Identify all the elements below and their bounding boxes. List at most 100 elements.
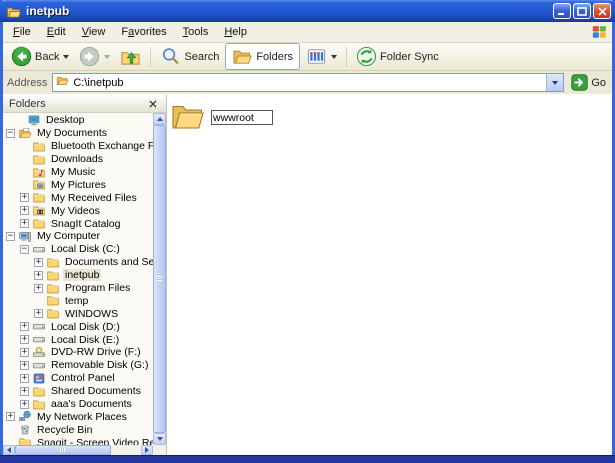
expand-plus-icon[interactable]: + xyxy=(34,309,43,318)
folder-icon xyxy=(18,436,32,445)
tree-item-aaa-s-documents[interactable]: + aaa's Documents xyxy=(3,398,153,411)
maximize-button[interactable] xyxy=(573,3,591,19)
collapse-minus-icon[interactable]: − xyxy=(20,245,29,254)
my-videos-icon xyxy=(32,204,46,217)
collapse-minus-icon[interactable]: − xyxy=(6,129,15,138)
tree-item-inetpub[interactable]: + inetpub xyxy=(3,269,153,282)
folder-icon xyxy=(55,74,70,92)
folder-icon xyxy=(46,294,60,307)
scrollbar-thumb[interactable] xyxy=(153,125,166,433)
close-icon xyxy=(149,100,157,108)
expand-plus-icon[interactable]: + xyxy=(20,322,29,331)
tree-item-my-documents[interactable]: − My Documents xyxy=(3,127,153,140)
folder-icon xyxy=(6,4,22,18)
collapse-minus-icon[interactable]: − xyxy=(6,232,15,241)
tree-item-snagit-catalog[interactable]: + SnagIt Catalog xyxy=(3,217,153,230)
tree-item-dvd-rw-drive-f[interactable]: + DVD-RW Drive (F:) xyxy=(3,346,153,359)
tree-item-local-disk-c[interactable]: − Local Disk (C:) xyxy=(3,243,153,256)
expand-plus-icon[interactable]: + xyxy=(20,335,29,344)
address-value[interactable]: C:\inetpub xyxy=(73,77,546,89)
up-button[interactable] xyxy=(116,44,145,69)
tree-item-removable-disk-g[interactable]: + Removable Disk (G:) xyxy=(3,359,153,372)
tree-item-program-files[interactable]: + Program Files xyxy=(3,282,153,295)
expand-plus-icon[interactable]: + xyxy=(34,271,43,280)
expand-plus-icon[interactable]: + xyxy=(20,348,29,357)
expand-plus-icon[interactable]: + xyxy=(20,400,29,409)
tree-item-control-panel[interactable]: + Control Panel xyxy=(3,372,153,385)
tree-item-local-disk-e[interactable]: + Local Disk (E:) xyxy=(3,333,153,346)
toolbar-separator xyxy=(346,47,347,67)
tree-item-my-received-files[interactable]: + My Received Files xyxy=(3,191,153,204)
tree-item-label: DVD-RW Drive (F:) xyxy=(49,346,143,358)
wwwroot-folder-item[interactable] xyxy=(171,102,273,130)
tree-item-snagit-screen-video-recorder[interactable]: Snagit - Screen Video Recorder xyxy=(3,436,153,445)
tree-item-recycle-bin[interactable]: Recycle Bin xyxy=(3,423,153,436)
views-button[interactable] xyxy=(302,44,341,69)
horizontal-scrollbar[interactable] xyxy=(3,445,166,455)
expand-plus-icon[interactable]: + xyxy=(20,193,29,202)
scrollbar-thumb[interactable] xyxy=(15,445,111,455)
minimize-icon xyxy=(557,7,567,16)
go-button[interactable]: Go xyxy=(569,74,608,91)
scroll-up-button[interactable] xyxy=(153,113,166,125)
menu-favorites[interactable]: Favorites xyxy=(113,24,174,40)
search-button[interactable]: Search xyxy=(156,44,223,69)
tree-item-label: Bluetooth Exchange Folder xyxy=(49,140,153,152)
scroll-left-button[interactable] xyxy=(3,445,15,455)
tree-item-bluetooth-exchange-folder[interactable]: Bluetooth Exchange Folder xyxy=(3,140,153,153)
address-dropdown-button[interactable] xyxy=(546,74,563,91)
expand-plus-icon[interactable]: + xyxy=(20,206,29,215)
tree-item-desktop[interactable]: Desktop xyxy=(3,114,153,127)
folder-icon xyxy=(32,398,46,411)
views-dropdown-caret[interactable] xyxy=(331,55,337,59)
tree-item-label: My Received Files xyxy=(49,192,139,204)
tree-item-downloads[interactable]: Downloads xyxy=(3,153,153,166)
menu-view[interactable]: View xyxy=(74,24,114,40)
tree-item-windows[interactable]: + WINDOWS xyxy=(3,307,153,320)
vertical-scrollbar[interactable] xyxy=(153,113,166,445)
close-panel-button[interactable] xyxy=(146,97,160,110)
my-documents-icon xyxy=(18,127,32,140)
forward-dropdown-caret[interactable] xyxy=(104,55,110,59)
folders-label: Folders xyxy=(256,51,293,63)
drive-icon xyxy=(32,320,46,333)
close-button[interactable] xyxy=(593,3,611,19)
triangle-left-icon xyxy=(7,447,11,453)
expand-plus-icon[interactable]: + xyxy=(20,361,29,370)
folder-rename-input[interactable] xyxy=(211,110,273,125)
tree-item-shared-documents[interactable]: + Shared Documents xyxy=(3,385,153,398)
forward-button[interactable] xyxy=(75,44,114,69)
tree-item-my-computer[interactable]: − My Computer xyxy=(3,230,153,243)
expand-plus-icon[interactable]: + xyxy=(20,374,29,383)
folder-sync-button[interactable]: Folder Sync xyxy=(352,44,443,69)
address-combobox[interactable]: C:\inetpub xyxy=(52,73,564,92)
expand-plus-icon[interactable]: + xyxy=(34,284,43,293)
tree-item-temp[interactable]: temp xyxy=(3,294,153,307)
folder-icon xyxy=(46,269,60,282)
cd-drive-icon xyxy=(32,346,46,359)
scrollbar-track[interactable] xyxy=(15,445,141,455)
tree-item-my-videos[interactable]: + My Videos xyxy=(3,204,153,217)
expand-plus-icon[interactable]: + xyxy=(20,219,29,228)
scroll-down-button[interactable] xyxy=(153,433,166,445)
expand-plus-icon[interactable]: + xyxy=(20,387,29,396)
tree-item-my-pictures[interactable]: My Pictures xyxy=(3,178,153,191)
drive-icon xyxy=(32,243,46,256)
menu-file[interactable]: File xyxy=(5,24,39,40)
menu-tools[interactable]: Tools xyxy=(175,24,217,40)
back-dropdown-caret[interactable] xyxy=(63,55,69,59)
folders-panel-title: Folders xyxy=(9,98,146,110)
expand-plus-icon[interactable]: + xyxy=(34,258,43,267)
back-button[interactable]: Back xyxy=(7,44,73,69)
tree-item-my-network-places[interactable]: + My Network Places xyxy=(3,410,153,423)
tree-item-label: Removable Disk (G:) xyxy=(49,359,150,371)
tree-item-my-music[interactable]: My Music xyxy=(3,166,153,179)
folders-button[interactable]: Folders xyxy=(225,43,300,70)
menu-edit[interactable]: Edit xyxy=(39,24,74,40)
tree-item-documents-and-settings[interactable]: + Documents and Settings xyxy=(3,256,153,269)
minimize-button[interactable] xyxy=(553,3,571,19)
scroll-right-button[interactable] xyxy=(141,445,153,455)
tree-item-local-disk-d[interactable]: + Local Disk (D:) xyxy=(3,320,153,333)
expand-plus-icon[interactable]: + xyxy=(6,412,15,421)
menu-help[interactable]: Help xyxy=(216,24,255,40)
